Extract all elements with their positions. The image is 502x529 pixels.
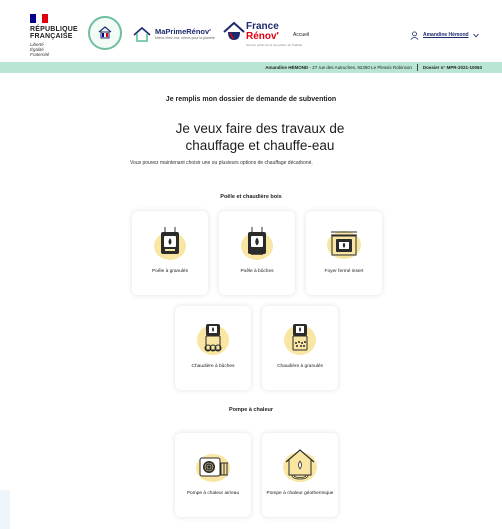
log-stove-icon — [241, 227, 273, 260]
section-title-bois: Poêle et chaudière bois — [220, 194, 282, 200]
page-title-line2: chauffage et chauffe-eau — [185, 138, 335, 153]
page-heading: Je remplis mon dossier de demande de sub… — [165, 96, 337, 103]
info-divider — [416, 64, 418, 71]
option-card-poele-buches[interactable]: Poêle à bûches — [219, 211, 295, 295]
option-card-foyer-insert[interactable]: Foyer fermé insert — [306, 211, 382, 295]
option-label: Chaudière à bûches — [191, 364, 235, 369]
log-boiler-icon — [197, 324, 229, 355]
option-card-chaudiere-buches[interactable]: Chaudière à bûches — [175, 306, 251, 390]
mpr-title: MaPrimeRénov' — [155, 27, 211, 36]
france-renov-house-icon — [223, 21, 245, 40]
intro-text: Vous pouvez maintenant choisir une ou pl… — [130, 160, 313, 166]
user-name: Amandine Hémond — [423, 32, 469, 38]
mpr-subtitle: Mieux chez moi, mieux pour la planète — [155, 36, 215, 40]
section-title-pompe: Pompe à chaleur — [228, 407, 274, 413]
mpr-house-icon — [133, 26, 151, 42]
option-label: Pompe à chaleur géothermique — [266, 491, 334, 496]
option-label: Poêle à bûches — [240, 269, 274, 274]
republique-motto: Liberté Égalité Fraternité — [30, 42, 90, 57]
option-label: Chaudière à granulés — [277, 364, 323, 369]
republique-label-2: FRANÇAISE — [30, 33, 73, 40]
pellet-stove-icon — [154, 227, 186, 260]
french-flag-icon — [30, 14, 48, 23]
page-title: Je veux faire des travaux de chauffage e… — [130, 120, 390, 154]
france-renov-subtitle: Service public de la rénovation de l'hab… — [246, 43, 303, 47]
pellet-boiler-icon — [284, 324, 316, 355]
dossier-info-bar: Amandine HÉMOND - 27 rue des Autruches, … — [0, 62, 502, 73]
france-relance-seal — [88, 16, 122, 50]
dossier-label: Dossier n° — [422, 65, 446, 70]
france-renov-logo[interactable]: France Rénov' Service public de la rénov… — [222, 18, 302, 48]
user-account-menu[interactable]: Amandine Hémond — [410, 29, 479, 41]
nav-accueil-link[interactable]: Accueil — [293, 32, 309, 38]
option-card-pac-air-eau[interactable]: Pompe à chaleur air/eau — [175, 433, 251, 517]
applicant-info: Amandine HÉMOND - 27 rue des Autruches, … — [265, 65, 412, 70]
left-edge-panel — [0, 490, 10, 529]
option-label: Pompe à chaleur air/eau — [186, 491, 240, 496]
option-label: Foyer fermé insert — [324, 269, 364, 274]
applicant-address: - 27 rue des Autruches, 92350 Le Plessis… — [308, 65, 412, 70]
site-header: RÉPUBLIQUE FRANÇAISE Liberté Égalité Fra… — [0, 0, 502, 62]
geothermal-heat-pump-icon — [283, 449, 317, 482]
france-relance-emblem-icon — [98, 26, 112, 39]
republique-francaise-logo: RÉPUBLIQUE FRANÇAISE Liberté Égalité Fra… — [30, 14, 90, 57]
option-label: Poêle à granulés — [151, 269, 188, 274]
dossier-info: Dossier n° MPR-2021-10063 — [423, 65, 482, 70]
option-card-chaudiere-granules[interactable]: Chaudière à granulés — [262, 306, 338, 390]
france-renov-line2: Rénov' — [246, 31, 279, 42]
dossier-number: MPR-2021-10063 — [446, 65, 482, 70]
insert-fireplace-icon — [327, 231, 361, 259]
user-icon — [410, 30, 419, 40]
republique-label-1: RÉPUBLIQUE — [30, 26, 78, 33]
applicant-name: Amandine HÉMOND — [265, 65, 309, 70]
option-card-pac-geothermique[interactable]: Pompe à chaleur géothermique — [262, 433, 338, 517]
option-card-poele-granules[interactable]: Poêle à granulés — [132, 211, 208, 295]
maprimerenov-logo[interactable]: MaPrimeRénov' Mieux chez moi, mieux pour… — [133, 24, 215, 44]
air-water-heat-pump-icon — [196, 454, 230, 482]
chevron-down-icon — [472, 33, 479, 37]
motto-fraternite: Fraternité — [30, 52, 50, 57]
page-title-line1: Je veux faire des travaux de — [175, 121, 345, 136]
